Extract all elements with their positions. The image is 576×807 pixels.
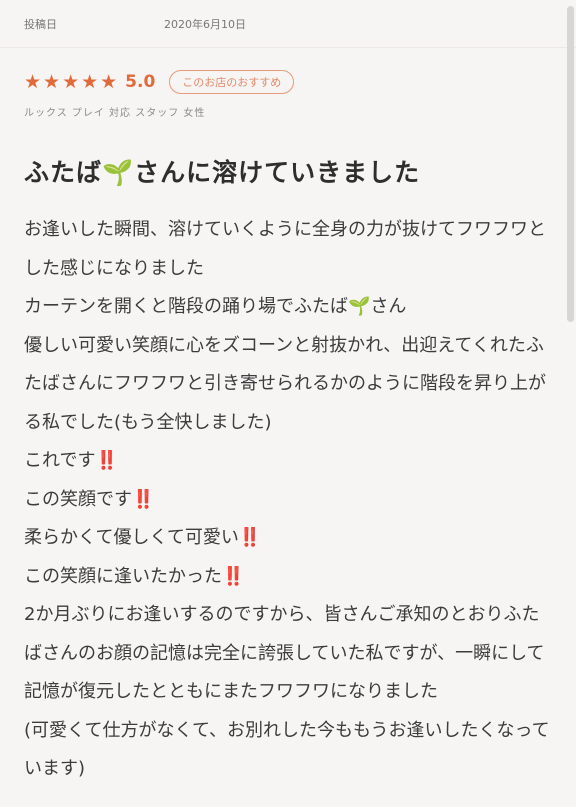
double-exclamation-icon: ‼️ xyxy=(238,527,262,548)
rating-categories: ルックス プレイ 対応 スタッフ 女性 xyxy=(24,108,206,119)
sprout-icon: 🌱 xyxy=(348,296,371,317)
sprout-icon: 🌱 xyxy=(102,158,135,187)
review-paragraph: 柔らかくて優しくて可愛い‼️ xyxy=(24,527,262,548)
double-exclamation-icon: ‼️ xyxy=(222,565,245,587)
review-paragraph: お逢いした瞬間、溶けていくように全身の力が抜けてフワフワとした感じになりました xyxy=(24,219,546,279)
star-rating-icon: ★★★★★ xyxy=(24,71,120,93)
review-paragraph: 2か月ぶりにお逢いするのですから、皆さんご承知のとおりふたばさんのお顔の記憶は完… xyxy=(24,604,545,702)
review-title-name: ふたば xyxy=(24,158,103,187)
review-content: ★★★★★ 5.0 このお店のおすすめ ルックス プレイ 対応 スタッフ 女性 … xyxy=(0,48,576,789)
recommend-badge[interactable]: このお店のおすすめ xyxy=(169,70,295,94)
post-date-bar: 投稿日 2020年6月10日 xyxy=(0,0,576,48)
rating-row: ★★★★★ 5.0 このお店のおすすめ xyxy=(24,68,552,96)
review-paragraph: この笑顔です‼️ xyxy=(24,488,155,510)
review-paragraph: (可愛くて仕方がなくて、お別れした今ももうお逢いしたくなっています) xyxy=(24,719,550,780)
scrollbar-thumb[interactable] xyxy=(567,6,574,322)
double-exclamation-icon: ‼️ xyxy=(95,450,118,471)
double-exclamation-icon: ‼️ xyxy=(132,488,155,510)
review-paragraph: この笑顔に逢いたかった‼️ xyxy=(24,565,245,587)
review-paragraph: これです‼️ xyxy=(24,450,118,471)
rating-score: 5.0 xyxy=(125,72,156,92)
review-body: お逢いした瞬間、溶けていくように全身の力が抜けてフワフワとした感じになりました … xyxy=(24,211,552,789)
review-title: ふたば🌱さんに溶けていきました xyxy=(24,153,552,189)
review-title-tail: さんに溶けていきました xyxy=(134,158,421,187)
post-date-value: 2020年6月10日 xyxy=(164,17,246,31)
review-paragraph: 優しい可愛い笑顔に心をズコーンと射抜かれ、出迎えてくれたふたばさんにフワフワと引… xyxy=(24,334,546,433)
review-paragraph: カーテンを開くと階段の踊り場でふたば🌱さん xyxy=(24,296,407,317)
post-date-label: 投稿日 xyxy=(24,17,57,31)
